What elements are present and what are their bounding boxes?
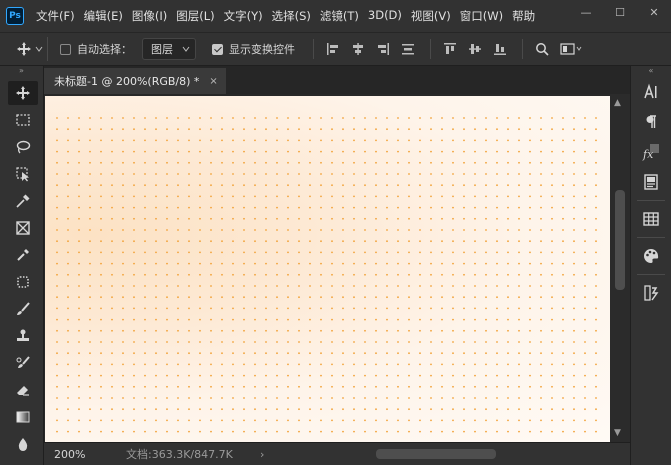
window-controls: — ☐ ✕: [569, 0, 671, 32]
close-button[interactable]: ✕: [637, 0, 671, 24]
zoom-level-field[interactable]: 200%: [54, 448, 114, 461]
swatches-panel-icon[interactable]: [637, 207, 665, 231]
workspace-switcher-icon[interactable]: [556, 38, 586, 60]
canvas-workspace: [44, 94, 610, 442]
stamp-tool-icon[interactable]: [8, 324, 38, 348]
eyedropper-tool-icon[interactable]: [8, 189, 38, 213]
move-arrows-icon: [17, 42, 31, 56]
vertical-scrollbar[interactable]: ▲ ▼: [610, 94, 630, 442]
menu-bar: Ps 文件(F) 编辑(E) 图像(I) 图层(L) 文字(Y) 选择(S) 滤…: [0, 0, 671, 32]
status-menu-arrow-icon[interactable]: ›: [260, 448, 272, 461]
menu-help[interactable]: 帮助: [512, 8, 541, 24]
frame-tool-icon[interactable]: [8, 216, 38, 240]
svg-text:fx: fx: [642, 148, 654, 161]
align-vertical-centers-icon[interactable]: [464, 38, 486, 60]
align-left-edges-icon[interactable]: [322, 38, 344, 60]
menu-3d[interactable]: 3D(D): [368, 8, 408, 24]
menu-filter[interactable]: 滤镜(T): [320, 8, 365, 24]
document-tab-title: 未标题-1 @ 200%(RGB/8) *: [54, 75, 200, 88]
options-bar: 自动选择： 图层 显示变换控件: [0, 32, 671, 66]
panel-divider: [637, 200, 665, 201]
chevron-down-icon: [35, 46, 43, 52]
align-right-edges-icon[interactable]: [372, 38, 394, 60]
photoshop-logo[interactable]: Ps: [6, 7, 24, 25]
menu-view[interactable]: 视图(V): [411, 8, 457, 24]
paragraph-panel-icon[interactable]: [637, 110, 665, 134]
auto-select-target-value: 图层: [151, 43, 173, 56]
color-panel-icon[interactable]: [637, 244, 665, 268]
horizontal-scroll-thumb[interactable]: [376, 449, 496, 459]
status-bar: 200% 文档:363.3K/847.7K ›: [44, 442, 630, 465]
color-sampler-icon[interactable]: [8, 243, 38, 267]
search-icon[interactable]: [531, 38, 553, 60]
move-tool-icon[interactable]: [8, 81, 38, 105]
document-size-info: 文档:363.3K/847.7K: [126, 448, 233, 461]
menu-list: 文件(F) 编辑(E) 图像(I) 图层(L) 文字(Y) 选择(S) 滤镜(T…: [36, 8, 544, 24]
divider: [313, 39, 314, 59]
libraries-panel-icon[interactable]: [637, 170, 665, 194]
minimize-button[interactable]: —: [569, 0, 603, 24]
auto-select-label: 自动选择：: [77, 43, 132, 56]
scroll-down-icon[interactable]: ▼: [614, 428, 621, 438]
character-panel-icon[interactable]: [637, 80, 665, 104]
blur-tool-icon[interactable]: [8, 432, 38, 456]
adjustments-panel-icon[interactable]: [637, 281, 665, 305]
align-top-edges-icon[interactable]: [439, 38, 461, 60]
document-canvas[interactable]: [45, 96, 610, 442]
maximize-button[interactable]: ☐: [603, 0, 637, 24]
dot-grid-pattern: [56, 117, 597, 433]
distribute-vertical-icon[interactable]: [397, 38, 419, 60]
eraser-tool-icon[interactable]: [8, 378, 38, 402]
menu-image[interactable]: 图像(I): [132, 8, 173, 24]
auto-select-target-dropdown[interactable]: 图层: [142, 38, 196, 60]
align-horizontal-centers-icon[interactable]: [347, 38, 369, 60]
panel-dock: « fx: [630, 66, 671, 465]
auto-select-checkbox[interactable]: [60, 43, 71, 55]
panel-divider: [637, 237, 665, 238]
chevron-down-icon: [182, 46, 190, 52]
close-tab-button[interactable]: ×: [209, 76, 217, 87]
show-transform-label: 显示变换控件: [229, 43, 295, 56]
gradient-tool-icon[interactable]: [8, 405, 38, 429]
panel-dock-collapse-button[interactable]: «: [631, 66, 671, 78]
document-tab[interactable]: 未标题-1 @ 200%(RGB/8) * ×: [44, 68, 226, 94]
panel-divider: [637, 274, 665, 275]
menu-select[interactable]: 选择(S): [272, 8, 317, 24]
tools-panel: »: [0, 66, 44, 465]
menu-type[interactable]: 文字(Y): [224, 8, 269, 24]
menu-file[interactable]: 文件(F): [36, 8, 81, 24]
horizontal-scrollbar[interactable]: [276, 449, 616, 459]
vertical-scroll-thumb[interactable]: [615, 190, 625, 290]
history-brush-icon[interactable]: [8, 351, 38, 375]
object-selection-tool-icon[interactable]: [8, 162, 38, 186]
document-tab-bar: 未标题-1 @ 200%(RGB/8) * ×: [44, 66, 630, 94]
menu-edit[interactable]: 编辑(E): [84, 8, 129, 24]
toolbar-collapse-button[interactable]: »: [0, 66, 43, 78]
menu-window[interactable]: 窗口(W): [460, 8, 509, 24]
brush-tool-icon[interactable]: [8, 297, 38, 321]
divider: [430, 39, 431, 59]
divider: [522, 39, 523, 59]
show-transform-checkbox[interactable]: [212, 43, 223, 55]
lasso-tool-icon[interactable]: [8, 135, 38, 159]
marquee-tool-icon[interactable]: [8, 108, 38, 132]
menu-layer[interactable]: 图层(L): [176, 8, 220, 24]
patch-tool-icon[interactable]: [8, 270, 38, 294]
scroll-up-icon[interactable]: ▲: [614, 98, 621, 108]
move-tool-preset-button[interactable]: [12, 37, 48, 61]
align-bottom-edges-icon[interactable]: [489, 38, 511, 60]
styles-panel-icon[interactable]: fx: [637, 140, 665, 164]
